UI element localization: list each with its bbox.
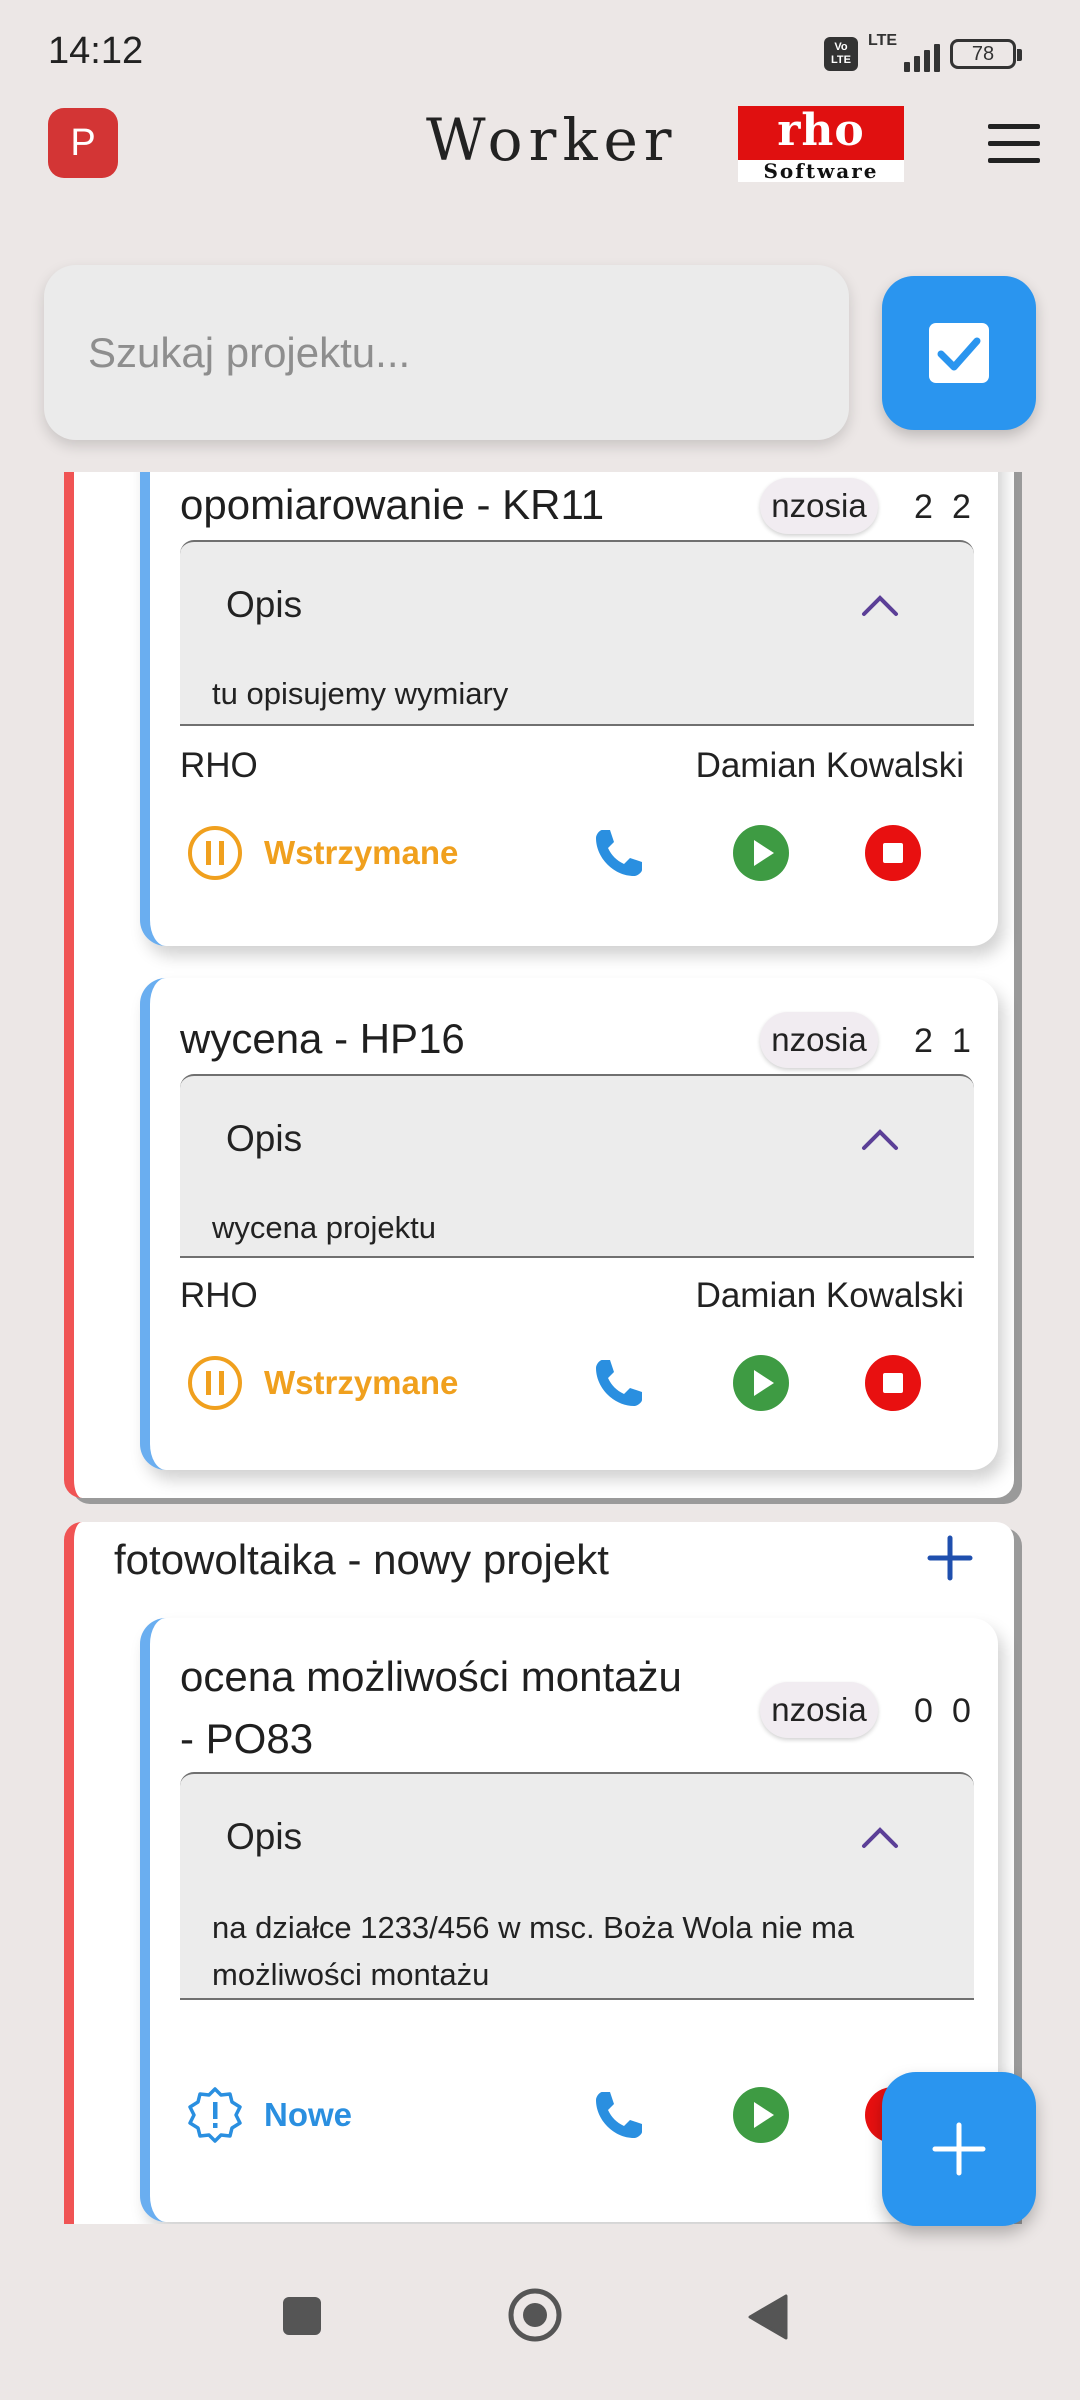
task-title: ocena możliwości montażu: [180, 1653, 682, 1700]
checkbox-icon: [929, 323, 989, 383]
phone-icon[interactable]: [590, 824, 648, 882]
chevron-up-icon[interactable]: [860, 592, 900, 618]
status-label: Nowe: [264, 2096, 353, 2133]
description-label: Opis: [226, 1816, 303, 1857]
count-a: 2: [914, 1022, 933, 1060]
user-chip[interactable]: nzosia: [760, 478, 878, 534]
person-name: Damian Kowalski: [695, 1276, 964, 1315]
status-bar: 14:12 Vo LTE LTE 78: [0, 0, 1080, 100]
status-time: 14:12: [48, 30, 144, 72]
pause-circle-icon: [188, 1356, 242, 1410]
description-text-line2: możliwości montażu: [212, 1957, 490, 1992]
task-title: wycena - HP16: [180, 1015, 465, 1062]
status-label: Wstrzymane: [264, 1364, 459, 1401]
description-panel[interactable]: Opis tu opisujemy wymiary: [180, 540, 974, 726]
stop-icon[interactable]: [864, 824, 922, 882]
count-b: 2: [952, 488, 971, 526]
system-nav-bar: [0, 2240, 1080, 2400]
menu-icon[interactable]: [988, 124, 1040, 164]
pause-circle-icon: [188, 826, 242, 880]
description-text: na działce 1233/456 w msc. Boża Wola nie…: [212, 1910, 855, 1945]
description-text: wycena projektu: [212, 1210, 437, 1245]
avatar[interactable]: P: [48, 108, 118, 178]
new-badge-icon: [188, 2087, 242, 2143]
user-chip[interactable]: nzosia: [760, 1682, 878, 1738]
count-a: 0: [914, 1692, 933, 1730]
recent-apps-icon[interactable]: [280, 2294, 324, 2338]
add-button[interactable]: [882, 2072, 1036, 2226]
task-card[interactable]: wycena - HP16 nzosia 2 1 Opis wycena pro…: [140, 978, 998, 1470]
count-a: 2: [914, 488, 933, 526]
description-panel[interactable]: Opis na działce 1233/456 w msc. Boża Wol…: [180, 1772, 974, 2000]
count-b: 0: [952, 1692, 971, 1730]
rho-software-logo: rho Software: [738, 106, 904, 182]
company-name: RHO: [180, 1276, 258, 1315]
play-icon[interactable]: [732, 824, 790, 882]
person-name: Damian Kowalski: [695, 746, 964, 785]
play-icon[interactable]: [732, 2086, 790, 2144]
home-icon[interactable]: [506, 2286, 564, 2344]
play-icon[interactable]: [732, 1354, 790, 1412]
volte-icon: Vo LTE: [824, 37, 858, 71]
project-title: fotowoltaika - nowy projekt: [114, 1536, 609, 1583]
project-card: fotowoltaika - nowy projekt ocena możliw…: [64, 1522, 1014, 2224]
status-label: Wstrzymane: [264, 834, 459, 871]
project-list: opomiarowanie - KR11 nzosia 2 2 Opis tu …: [0, 472, 1080, 2224]
description-label: Opis: [226, 1118, 303, 1159]
select-checkbox-button[interactable]: [882, 276, 1036, 430]
add-task-icon[interactable]: [922, 1530, 978, 1586]
description-text: tu opisujemy wymiary: [212, 676, 509, 711]
battery-icon: 78: [950, 39, 1022, 69]
task-card[interactable]: ocena możliwości montażu - PO83 nzosia 0…: [140, 1618, 998, 2222]
description-label: Opis: [226, 584, 303, 625]
status-icons: Vo LTE LTE 78: [824, 32, 1022, 74]
count-b: 1: [952, 1022, 971, 1060]
user-chip[interactable]: nzosia: [760, 1012, 878, 1068]
signal-icon: LTE: [868, 32, 940, 74]
phone-icon[interactable]: [590, 1354, 648, 1412]
task-title-line2: - PO83: [180, 1715, 314, 1762]
app-title: Worker: [426, 106, 678, 174]
phone-icon[interactable]: [590, 2086, 648, 2144]
chevron-up-icon[interactable]: [860, 1824, 900, 1850]
search-field[interactable]: [44, 265, 849, 440]
task-card[interactable]: opomiarowanie - KR11 nzosia 2 2 Opis tu …: [140, 472, 998, 946]
stop-icon[interactable]: [864, 1354, 922, 1412]
back-icon[interactable]: [746, 2292, 790, 2342]
plus-icon: [932, 2122, 986, 2176]
app-bar: P Worker rho Software: [0, 100, 1080, 290]
task-title: opomiarowanie - KR11: [180, 481, 605, 528]
project-card: opomiarowanie - KR11 nzosia 2 2 Opis tu …: [64, 472, 1014, 1498]
description-panel[interactable]: Opis wycena projektu: [180, 1074, 974, 1258]
chevron-up-icon[interactable]: [860, 1126, 900, 1152]
search-input[interactable]: [88, 315, 808, 391]
company-name: RHO: [180, 746, 258, 785]
